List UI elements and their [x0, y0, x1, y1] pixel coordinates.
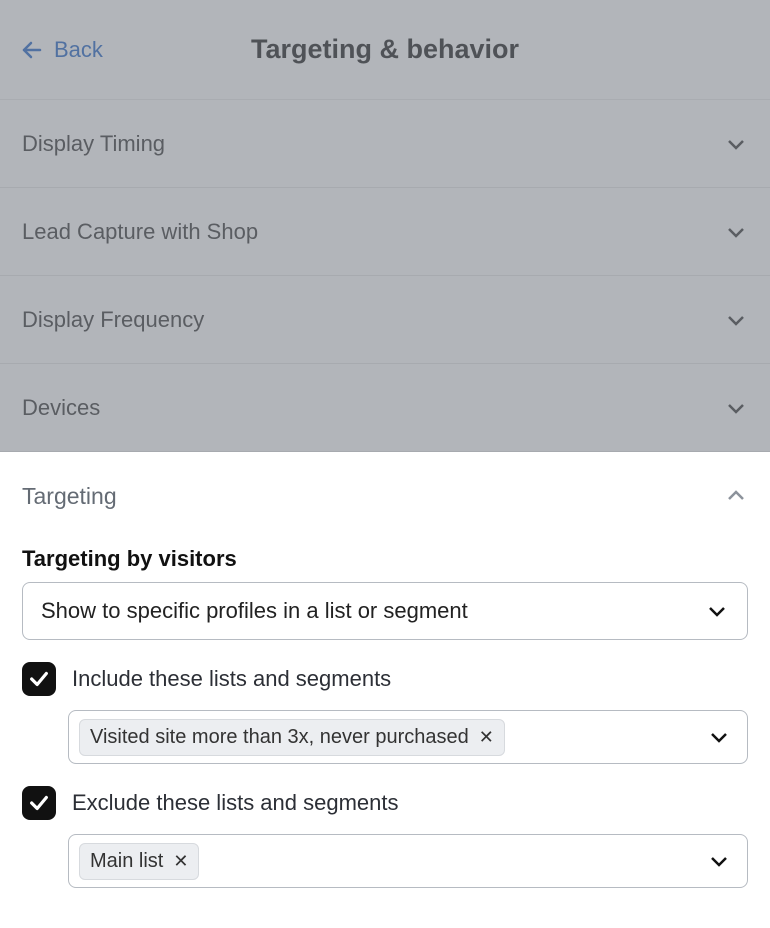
back-label: Back [54, 37, 103, 63]
accordion-lead-capture[interactable]: Lead Capture with Shop [0, 188, 770, 276]
close-icon[interactable]: ✕ [479, 727, 494, 748]
close-icon[interactable]: ✕ [173, 851, 188, 872]
accordion-display-timing[interactable]: Display Timing [0, 100, 770, 188]
targeting-by-visitors-label: Targeting by visitors [22, 546, 748, 572]
chevron-down-icon [724, 308, 748, 332]
chevron-up-icon [724, 484, 748, 508]
targeting-by-visitors-select[interactable]: Show to specific profiles in a list or s… [22, 582, 748, 640]
back-button[interactable]: Back [20, 37, 103, 63]
tag-label: Main list [90, 850, 163, 873]
chevron-down-icon [707, 849, 731, 873]
accordion-label: Display Frequency [22, 307, 204, 333]
accordion-targeting[interactable]: Targeting [22, 452, 748, 540]
exclude-lists-select[interactable]: Main list ✕ [68, 834, 748, 888]
exclude-checkbox[interactable] [22, 786, 56, 820]
chevron-down-icon [707, 725, 731, 749]
accordion-display-frequency[interactable]: Display Frequency [0, 276, 770, 364]
accordion-label: Lead Capture with Shop [22, 219, 258, 245]
arrow-left-icon [20, 38, 44, 62]
select-value: Show to specific profiles in a list or s… [41, 598, 468, 624]
tag-include-item[interactable]: Visited site more than 3x, never purchas… [79, 719, 505, 756]
exclude-label: Exclude these lists and segments [72, 790, 399, 816]
accordion-label: Targeting [22, 483, 117, 510]
accordion-label: Display Timing [22, 131, 165, 157]
tag-label: Visited site more than 3x, never purchas… [90, 726, 469, 749]
chevron-down-icon [724, 132, 748, 156]
accordion-devices[interactable]: Devices [0, 364, 770, 452]
chevron-down-icon [705, 599, 729, 623]
include-checkbox[interactable] [22, 662, 56, 696]
tag-exclude-item[interactable]: Main list ✕ [79, 843, 199, 880]
page-title: Targeting & behavior [251, 34, 519, 65]
include-label: Include these lists and segments [72, 666, 391, 692]
header: Back Targeting & behavior [0, 0, 770, 100]
check-icon [28, 668, 50, 690]
chevron-down-icon [724, 220, 748, 244]
check-icon [28, 792, 50, 814]
chevron-down-icon [724, 396, 748, 420]
section-targeting: Targeting Targeting by visitors Show to … [0, 452, 770, 928]
include-lists-select[interactable]: Visited site more than 3x, never purchas… [68, 710, 748, 764]
accordion-label: Devices [22, 395, 100, 421]
